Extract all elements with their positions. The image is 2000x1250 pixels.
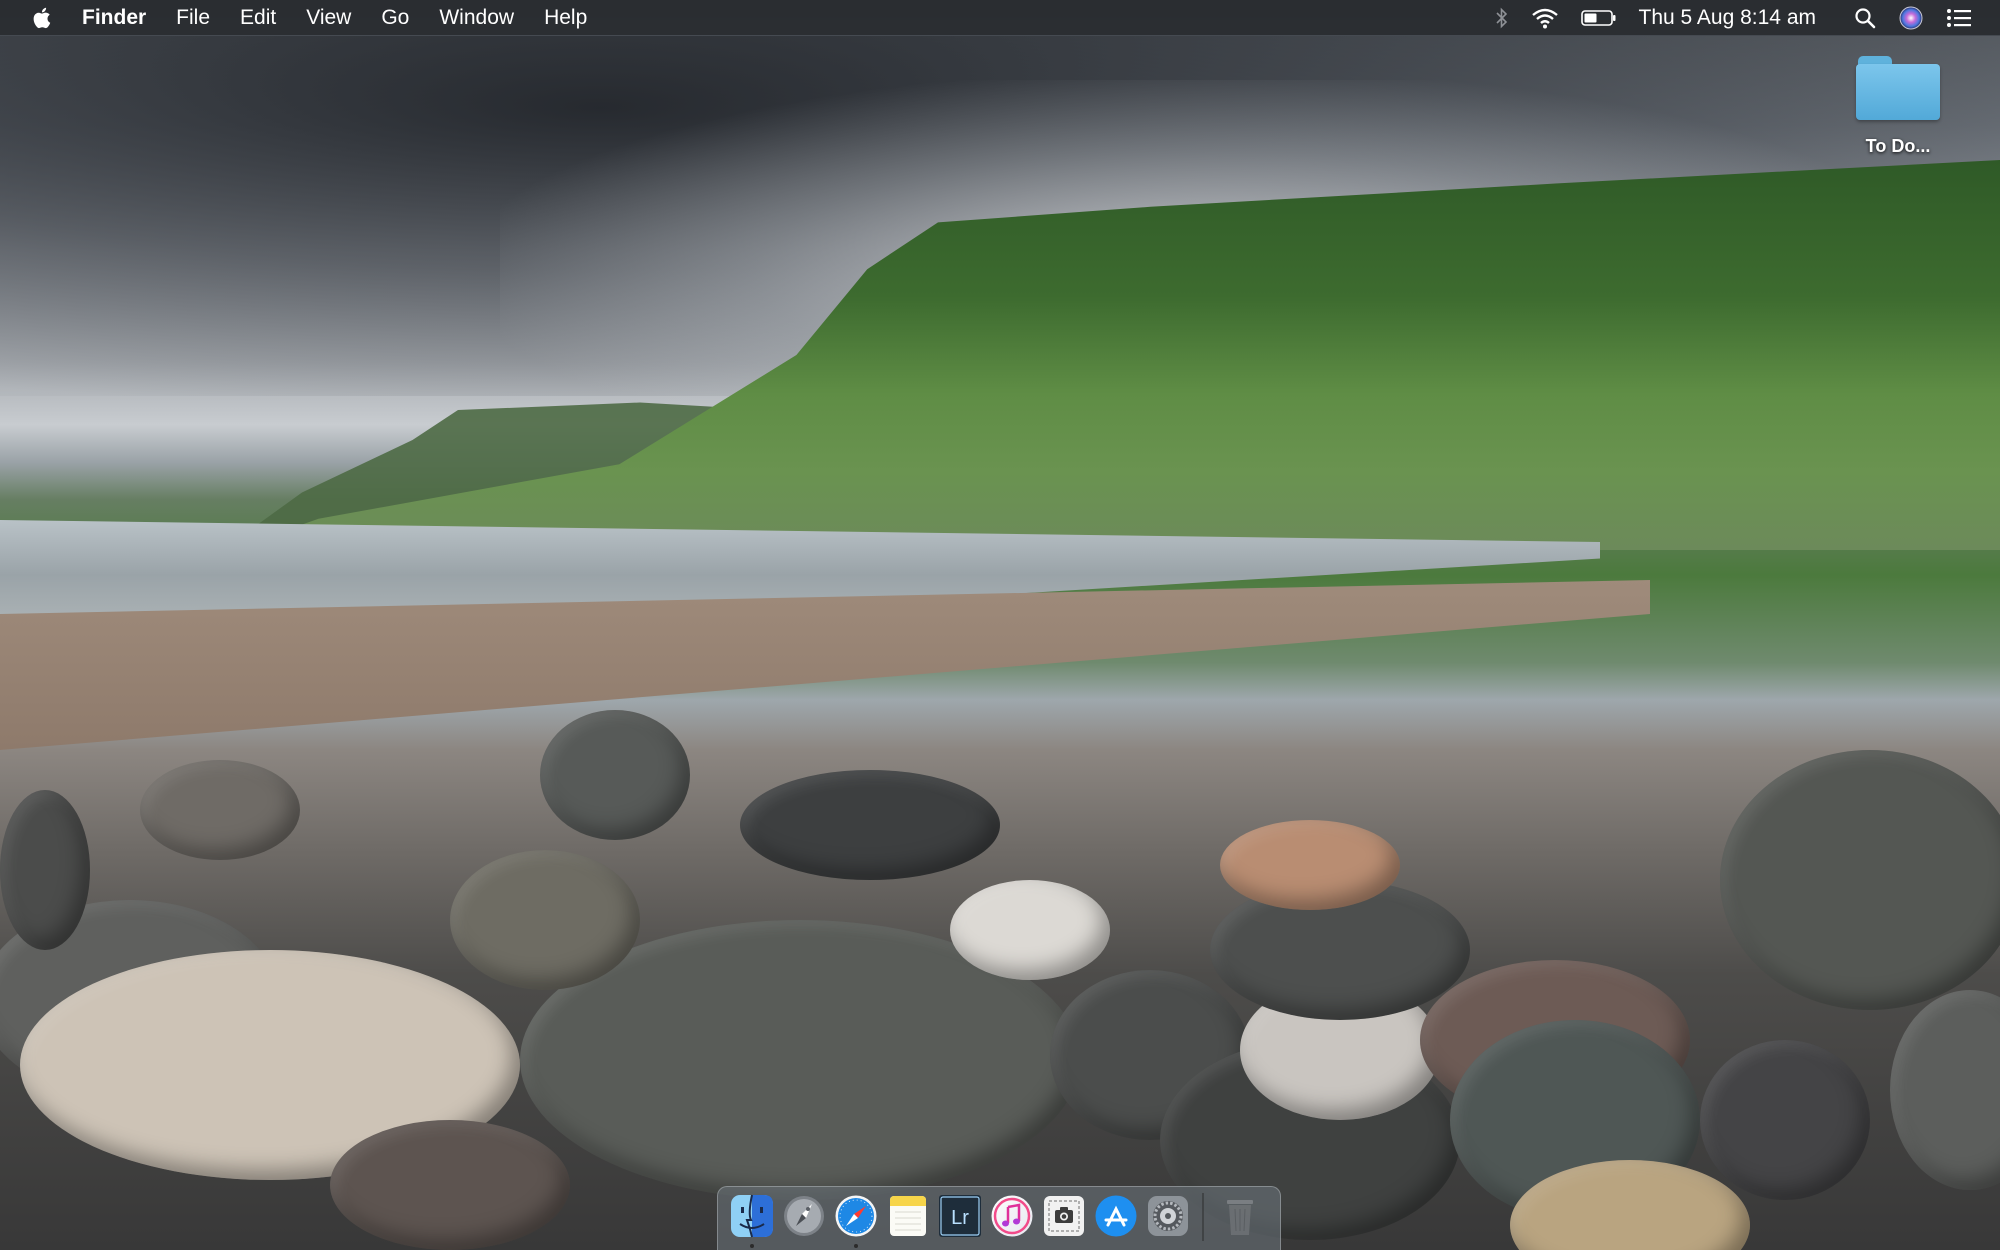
menu-bar-left: Finder File Edit View Go Window Help [0, 0, 617, 35]
menu-help[interactable]: Help [544, 0, 587, 35]
running-indicator [750, 1244, 754, 1248]
notification-center-icon[interactable] [1946, 0, 1972, 35]
running-indicator [854, 1244, 858, 1248]
notes-icon[interactable] [885, 1193, 931, 1239]
menu-file[interactable]: File [176, 0, 210, 35]
music-icon[interactable] [989, 1193, 1035, 1239]
desktop-folder-label[interactable]: To Do... [1866, 136, 1931, 157]
menu-go[interactable]: Go [381, 0, 409, 35]
menu-app-finder[interactable]: Finder [82, 0, 146, 35]
trash-icon[interactable] [1217, 1193, 1263, 1239]
dock-separator [1202, 1193, 1204, 1241]
system-preferences-icon[interactable] [1145, 1193, 1191, 1239]
menu-bar-status: Thu 5 Aug 8:14 am [1495, 0, 2000, 35]
wifi-icon[interactable] [1531, 0, 1559, 35]
folder-icon[interactable] [1856, 54, 1940, 122]
menu-bar: Finder File Edit View Go Window Help Thu… [0, 0, 2000, 35]
search-icon[interactable] [1854, 0, 1876, 35]
menu-bar-clock[interactable]: Thu 5 Aug 8:14 am [1639, 6, 1816, 30]
safari-icon[interactable] [833, 1193, 879, 1248]
apple-icon[interactable] [32, 6, 54, 30]
siri-icon[interactable] [1898, 0, 1924, 35]
dock: Lr [717, 1186, 1281, 1250]
desktop[interactable]: Finder File Edit View Go Window Help Thu… [0, 0, 2000, 1250]
menu-view[interactable]: View [306, 0, 351, 35]
battery-icon[interactable] [1580, 0, 1617, 35]
finder-icon[interactable] [729, 1193, 775, 1248]
bluetooth-icon[interactable] [1495, 0, 1509, 35]
lightroom-icon[interactable]: Lr [937, 1193, 983, 1239]
launchpad-icon[interactable] [781, 1193, 827, 1239]
desktop-folder-to-do[interactable]: To Do... [1848, 54, 1948, 157]
lightroom-label: Lr [951, 1207, 969, 1229]
app-store-icon[interactable] [1093, 1193, 1139, 1239]
menu-window[interactable]: Window [439, 0, 514, 35]
menu-edit[interactable]: Edit [240, 0, 276, 35]
screenshot-icon[interactable] [1041, 1193, 1087, 1239]
